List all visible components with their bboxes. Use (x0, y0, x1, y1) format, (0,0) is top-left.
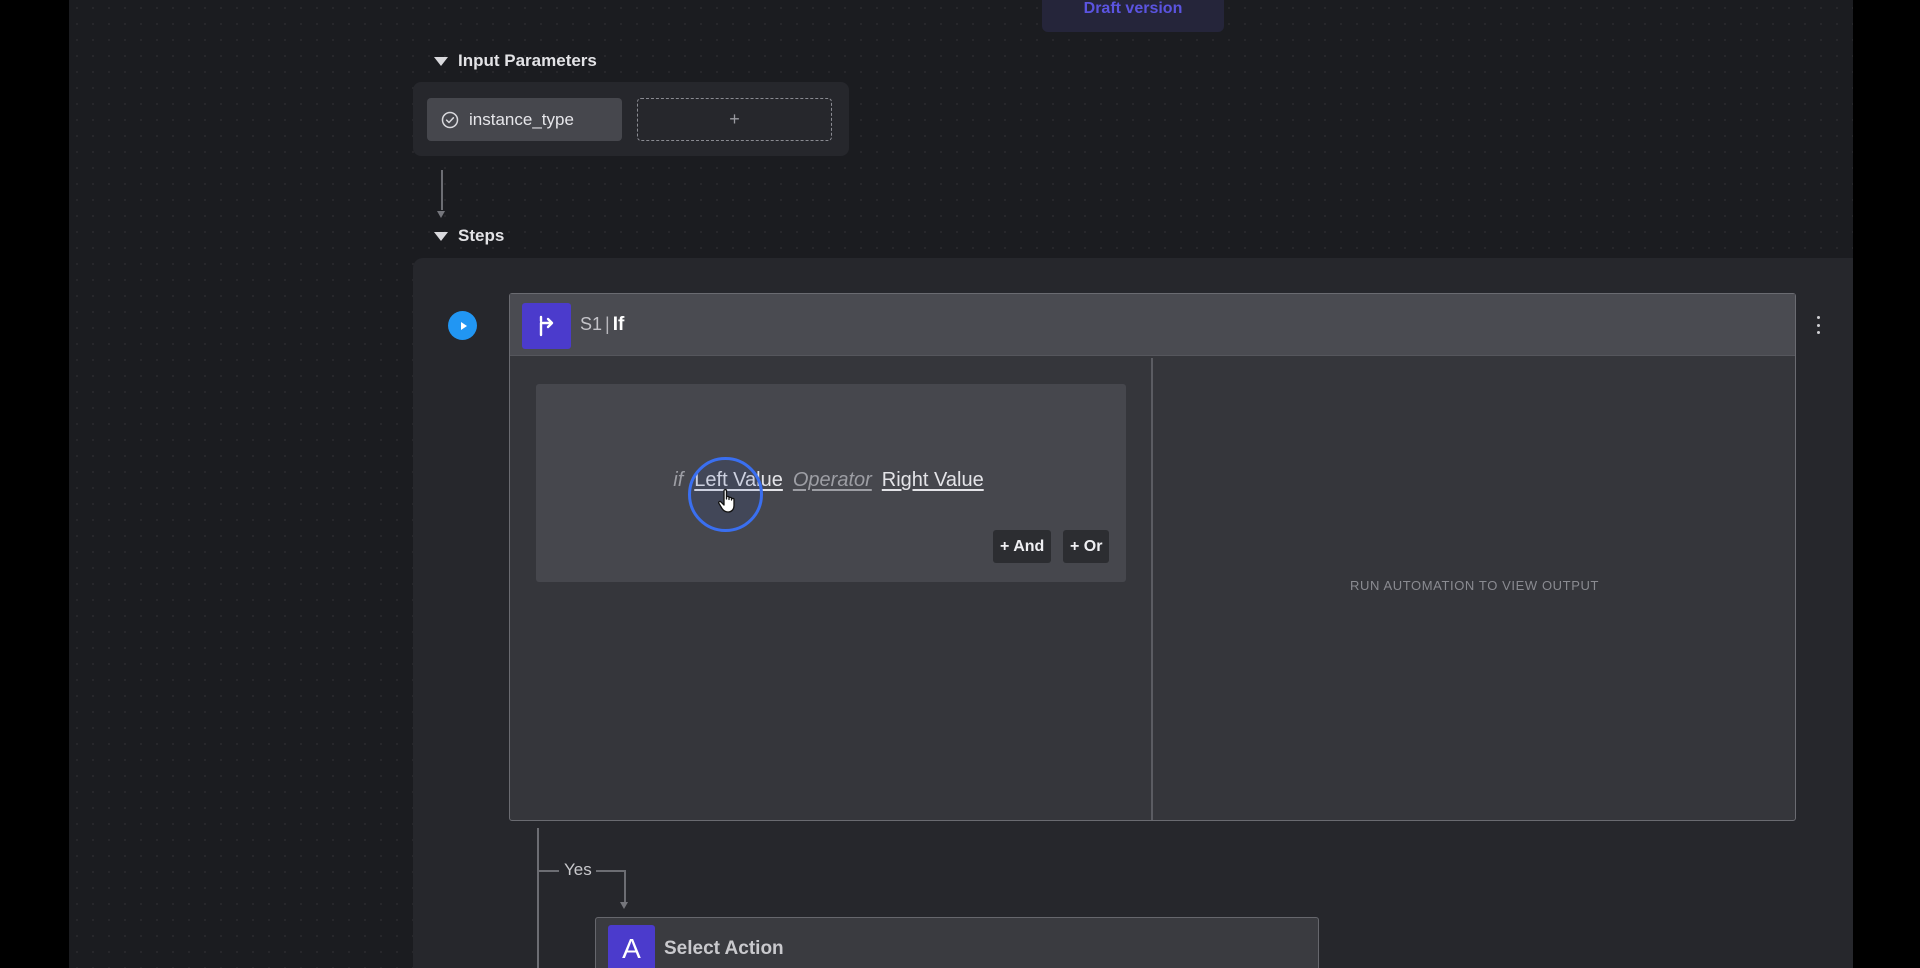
input-parameters-title: Input Parameters (458, 51, 597, 70)
if-keyword: if (673, 469, 684, 491)
add-and-button[interactable]: + And (993, 530, 1052, 563)
caret-down-icon (434, 231, 448, 241)
right-value-field[interactable]: Right Value (882, 469, 984, 491)
input-parameters-panel: instance_type + (413, 82, 849, 156)
branch-icon (522, 303, 571, 349)
branch-line (596, 870, 625, 872)
caret-down-icon (434, 56, 448, 66)
select-action-title: Select Action (664, 938, 784, 959)
connector-line (441, 170, 443, 210)
draft-version-label: Draft version (1083, 0, 1183, 17)
param-chip-instance-type[interactable]: instance_type (427, 98, 622, 141)
run-step-button[interactable] (448, 311, 477, 340)
input-parameters-header[interactable]: Input Parameters (434, 51, 597, 71)
branch-line (537, 870, 559, 872)
hand-cursor-icon (718, 489, 735, 513)
step-menu-icon[interactable] (1813, 316, 1823, 334)
play-icon (460, 321, 467, 330)
condition-builder: if Left Value Operator Right Value + And + … (536, 384, 1126, 582)
add-or-button[interactable]: + Or (1063, 530, 1110, 563)
add-parameter-button[interactable]: + (637, 98, 832, 141)
check-circle-icon (441, 111, 459, 128)
draft-version-badge: Draft version (1042, 0, 1224, 32)
yes-branch-label: Yes (564, 860, 592, 879)
step-header[interactable]: S1 | If (510, 294, 1795, 356)
step-id: S1 (580, 314, 603, 334)
branch-line (624, 870, 626, 902)
output-placeholder-text: RUN AUTOMATION TO VIEW OUTPUT (1349, 578, 1599, 593)
steps-title: Steps (458, 226, 505, 245)
operator-field[interactable]: Operator (793, 469, 872, 491)
condition-expression: if Left Value Operator Right Value (536, 469, 1126, 492)
param-chip-label: instance_type (469, 109, 574, 129)
step-title-separator: | (605, 314, 610, 334)
branch-line (537, 828, 539, 968)
step-name: If (612, 314, 625, 335)
action-icon: A (608, 925, 655, 968)
step-title: S1 | If (580, 314, 624, 336)
arrow-down-icon (620, 902, 628, 909)
steps-header[interactable]: Steps (434, 226, 504, 246)
select-action-card[interactable]: A Select Action (595, 917, 1319, 968)
arrow-down-icon (437, 211, 445, 218)
